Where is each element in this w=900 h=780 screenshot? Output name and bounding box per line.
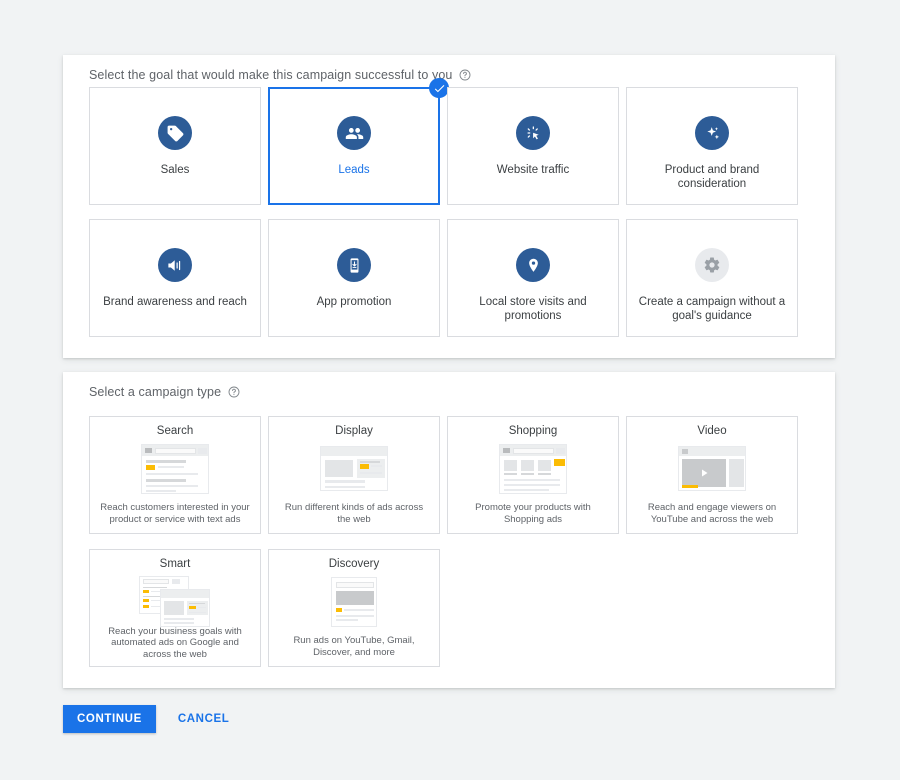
gear-icon xyxy=(695,248,729,282)
campaign-type-description: Reach customers interested in your produ… xyxy=(98,502,252,525)
campaign-type-card-search[interactable]: Search Re xyxy=(89,416,261,534)
help-circle-icon[interactable] xyxy=(459,69,471,81)
goal-card-label: Sales xyxy=(161,163,190,177)
goal-card-website-traffic[interactable]: Website traffic xyxy=(447,87,619,205)
campaign-type-section-label-text: Select a campaign type xyxy=(89,385,221,399)
goal-card-sales[interactable]: Sales xyxy=(89,87,261,205)
search-results-mock xyxy=(138,442,212,496)
campaign-creation-page: Select the goal that would make this cam… xyxy=(0,0,900,780)
goals-section-label: Select the goal that would make this cam… xyxy=(89,68,471,82)
goals-panel: Select the goal that would make this cam… xyxy=(63,55,835,358)
goal-card-no-goal-guidance[interactable]: Create a campaign without a goal's guida… xyxy=(626,219,798,337)
continue-button[interactable]: CONTINUE xyxy=(63,705,156,733)
campaign-type-card-shopping[interactable]: Shopping xyxy=(447,416,619,534)
goal-card-local-store-visits[interactable]: Local store visits and promotions xyxy=(447,219,619,337)
goal-card-label: Brand awareness and reach xyxy=(103,295,247,309)
campaign-type-title: Smart xyxy=(160,558,191,570)
mobile-phone-icon xyxy=(337,248,371,282)
display-page-mock xyxy=(317,442,391,496)
goals-section-label-text: Select the goal that would make this cam… xyxy=(89,68,452,82)
goal-card-label: Product and brand consideration xyxy=(637,163,787,191)
goal-card-brand-awareness-reach[interactable]: Brand awareness and reach xyxy=(89,219,261,337)
sparkle-icon xyxy=(695,116,729,150)
cancel-button[interactable]: CANCEL xyxy=(174,705,234,733)
campaign-type-description: Run ads on YouTube, Gmail, Discover, and… xyxy=(277,635,431,658)
campaign-type-description: Reach and engage viewers on YouTube and … xyxy=(635,502,789,525)
click-cursor-icon xyxy=(516,116,550,150)
goal-card-grid: Sales Leads xyxy=(89,87,809,337)
goal-card-label: Leads xyxy=(338,163,369,177)
goal-card-label: App promotion xyxy=(317,295,392,309)
goal-card-app-promotion[interactable]: App promotion xyxy=(268,219,440,337)
campaign-type-card-video[interactable]: Video Reach and engage viewers on YouTub… xyxy=(626,416,798,534)
campaign-type-title: Discovery xyxy=(329,558,379,570)
campaign-type-title: Search xyxy=(157,425,193,437)
campaign-type-title: Shopping xyxy=(509,425,558,437)
smart-stacked-mock xyxy=(138,575,212,620)
goal-card-label: Create a campaign without a goal's guida… xyxy=(637,295,787,323)
check-circle-icon xyxy=(429,78,449,98)
tag-icon xyxy=(158,116,192,150)
goal-card-leads[interactable]: Leads xyxy=(268,87,440,205)
campaign-type-title: Video xyxy=(697,425,726,437)
discovery-feed-mock xyxy=(317,575,391,629)
campaign-types-panel: Select a campaign type Search xyxy=(63,372,835,688)
speaker-icon xyxy=(158,248,192,282)
campaign-type-description: Run different kinds of ads across the we… xyxy=(277,502,431,525)
campaign-type-card-grid: Search Re xyxy=(89,416,809,667)
campaign-type-card-discovery[interactable]: Discovery Run ads on YouTube, Gmail, Dis… xyxy=(268,549,440,667)
campaign-type-description: Reach your business goals with automated… xyxy=(98,626,252,661)
help-circle-icon[interactable] xyxy=(228,386,240,398)
form-actions: CONTINUE CANCEL xyxy=(63,705,233,733)
campaign-type-title: Display xyxy=(335,425,373,437)
location-pin-icon xyxy=(516,248,550,282)
campaign-type-card-smart[interactable]: Smart xyxy=(89,549,261,667)
goal-card-label: Website traffic xyxy=(497,163,569,177)
video-player-mock xyxy=(675,442,749,496)
people-icon xyxy=(337,116,371,150)
campaign-type-card-display[interactable]: Display Run different kinds of ads xyxy=(268,416,440,534)
goal-card-label: Local store visits and promotions xyxy=(458,295,608,323)
goal-card-product-brand-consideration[interactable]: Product and brand consideration xyxy=(626,87,798,205)
campaign-type-description: Promote your products with Shopping ads xyxy=(456,502,610,525)
shopping-grid-mock xyxy=(496,442,570,496)
campaign-type-section-label: Select a campaign type xyxy=(89,385,240,399)
